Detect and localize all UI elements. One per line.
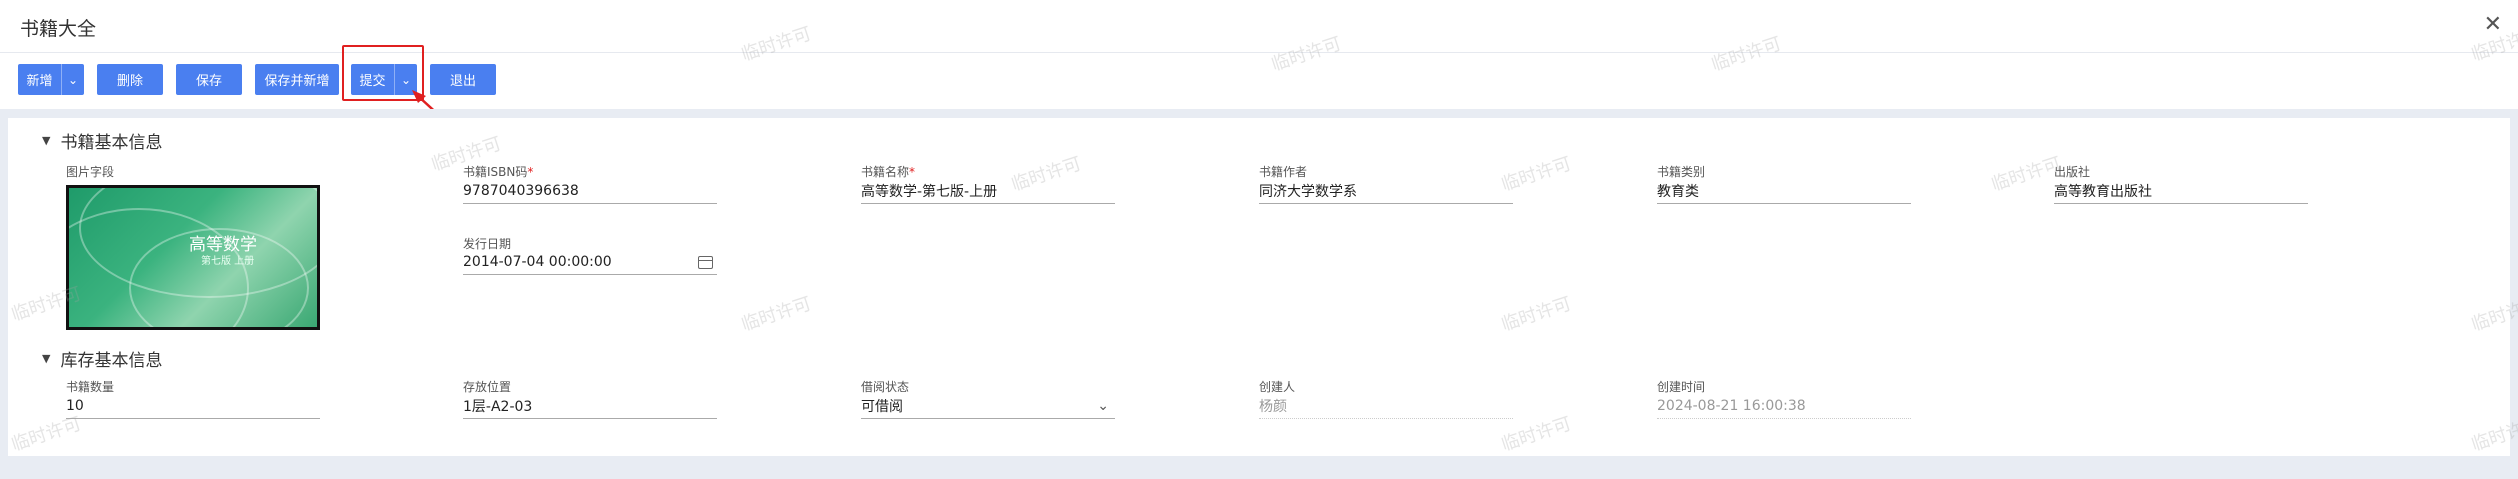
chevron-down-icon[interactable]: ⌄ [1097,398,1109,414]
section-stock-title: 库存基本信息 [60,351,163,371]
publisher-input[interactable]: 高等教育出版社 [2054,179,2308,204]
borrow-status-select[interactable]: 可借阅 ⌄ [861,394,1115,419]
book-name-input[interactable]: 高等数学-第七版-上册 [861,179,1115,204]
book-name-label: 书籍名称* [861,165,916,179]
publisher-label: 出版社 [2054,165,2091,179]
created-at-label: 创建时间 [1657,380,1706,394]
location-label: 存放位置 [463,380,512,394]
exit-button[interactable]: 退出 [430,64,496,95]
window-titlebar: 书籍大全 ✕ [0,0,2518,53]
collapse-triangle-icon: ▼ [42,352,51,365]
image-field-label: 图片字段 [66,165,115,179]
isbn-input[interactable]: 9787040396638 [463,179,717,204]
window-title: 书籍大全 [20,18,97,40]
publish-date-input[interactable]: 2014-07-04 00:00:00 [463,250,717,275]
new-dropdown-chevron-icon[interactable]: ⌄ [61,64,84,95]
new-button-group: 新增 ⌄ [18,64,84,95]
creator-label: 创建人 [1259,380,1296,394]
delete-button[interactable]: 删除 [97,64,163,95]
book-cover-image[interactable]: 高等数学 第七版 上册 [66,185,320,330]
toolbar: 新增 ⌄ 删除 保存 保存并新增 提交 ⌄ 退出 |‹ ‹ › ›| [0,54,2518,137]
author-input[interactable]: 同济大学数学系 [1259,179,1513,204]
borrow-status-label: 借阅状态 [861,380,910,394]
category-label: 书籍类别 [1657,165,1706,179]
creator-field: 杨颜 [1259,394,1513,419]
author-label: 书籍作者 [1259,165,1308,179]
created-at-field: 2024-08-21 16:00:38 [1657,394,1911,419]
calendar-icon[interactable] [698,255,713,269]
quantity-label: 书籍数量 [66,380,115,394]
submit-dropdown-chevron-icon[interactable]: ⌄ [394,64,417,95]
save-button[interactable]: 保存 [176,64,242,95]
section-stock-header[interactable]: ▼ 库存基本信息 [42,346,162,371]
collapse-triangle-icon: ▼ [42,134,51,147]
isbn-label: 书籍ISBN码* [463,165,534,179]
section-basic-header[interactable]: ▼ 书籍基本信息 [42,128,162,153]
category-input[interactable]: 教育类 [1657,179,1911,204]
book-cover-subtitle: 第七版 上册 [201,256,255,267]
location-input[interactable]: 1层-A2-03 [463,394,717,419]
close-icon[interactable]: ✕ [2484,12,2502,37]
submit-button[interactable]: 提交 [351,64,394,95]
save-and-new-button[interactable]: 保存并新增 [255,64,339,95]
new-button[interactable]: 新增 [18,64,61,95]
section-basic-title: 书籍基本信息 [60,133,163,153]
submit-button-group: 提交 ⌄ [351,64,417,95]
quantity-input[interactable]: 10 [66,394,320,419]
